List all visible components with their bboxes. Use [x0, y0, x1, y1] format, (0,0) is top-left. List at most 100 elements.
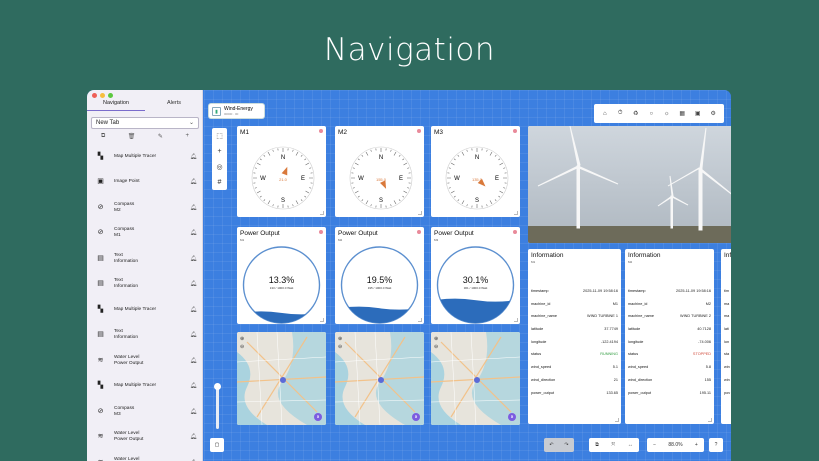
- add-icon[interactable]: +: [185, 133, 189, 140]
- compass-card[interactable]: M1 N E S W 21.0: [237, 126, 326, 217]
- zoom-in-icon[interactable]: ⊕: [240, 336, 244, 342]
- sidebar-item[interactable]: ≋ Water LevelPower Output 🔔︎: [87, 450, 203, 461]
- resize-handle[interactable]: [514, 211, 518, 215]
- power-output-card[interactable]: Power Output M2 19.5% 195 / 1000.0 Watt: [335, 227, 424, 324]
- sidebar-item[interactable]: ▚ Map Multiple Tracer 🔔︎: [87, 374, 203, 400]
- copy-icon[interactable]: ⧉: [101, 133, 105, 140]
- sun-icon[interactable]: ☼: [662, 111, 672, 117]
- close-card-icon[interactable]: [417, 230, 421, 234]
- sidebar-item[interactable]: ▤ Text Information 🔔︎: [87, 272, 203, 298]
- tab-alerts[interactable]: Alerts: [145, 100, 203, 111]
- map-view[interactable]: [335, 332, 424, 425]
- bell-icon[interactable]: 🔔︎: [190, 332, 197, 338]
- close-card-icon[interactable]: [319, 230, 323, 234]
- bell-icon[interactable]: 🔔︎: [190, 230, 197, 236]
- gear-icon[interactable]: ⚙: [708, 110, 718, 117]
- close-card-icon[interactable]: [417, 129, 421, 133]
- map-view[interactable]: [431, 332, 520, 425]
- image-tool-icon[interactable]: ▣: [693, 110, 703, 117]
- map-card[interactable]: ⊕ ⊖ ✋︎: [335, 332, 424, 425]
- minimap-button[interactable]: ▢: [210, 438, 224, 452]
- bell-icon[interactable]: 🔔︎: [190, 383, 197, 389]
- grid-icon[interactable]: #: [218, 179, 222, 186]
- resize-handle[interactable]: [615, 418, 619, 422]
- sidebar-item[interactable]: ▚ Map Multiple Tracer 🔔︎: [87, 144, 203, 170]
- timer-icon[interactable]: ⏱: [615, 110, 625, 117]
- home-icon[interactable]: ⌂: [600, 111, 610, 117]
- bell-icon[interactable]: 🔔︎: [190, 154, 197, 160]
- zoom-in-icon[interactable]: ⊕: [338, 336, 342, 342]
- maximize-window-button[interactable]: [108, 93, 113, 98]
- help-button[interactable]: ?: [709, 438, 723, 452]
- minimize-window-button[interactable]: [100, 93, 105, 98]
- information-card[interactable]: Information M2 timestamp 2025-11-09 19:58…: [625, 249, 714, 424]
- map-card[interactable]: ⊕ ⊖ ✋︎: [431, 332, 520, 425]
- information-card[interactable]: Inf tim ma ma lati lon sta win win pov: [721, 249, 731, 424]
- bell-icon[interactable]: 🔔︎: [190, 179, 197, 185]
- zoom-out-icon[interactable]: ⊖: [240, 344, 244, 350]
- sidebar-item[interactable]: ≋ Water LevelPower Output 🔔︎: [87, 425, 203, 451]
- info-row: power_output 195.11: [628, 391, 711, 404]
- power-output-card[interactable]: Power Output M1 13.3% 133 / 1000.0 Watt: [237, 227, 326, 324]
- select-icon[interactable]: ⬚: [216, 132, 223, 140]
- tab-navigation[interactable]: Navigation: [87, 100, 145, 111]
- fit-icon[interactable]: ⤧: [611, 442, 615, 448]
- sidebar-item[interactable]: ▣ Image Point 🔔︎: [87, 170, 203, 196]
- recycle-icon[interactable]: ♻: [631, 110, 641, 117]
- sidebar-item[interactable]: ▚ Map Multiple Tracer 🔔︎: [87, 297, 203, 323]
- resize-handle[interactable]: [320, 211, 324, 215]
- map-card[interactable]: ⊕ ⊖ ✋︎: [237, 332, 326, 425]
- sidebar-item[interactable]: ⊘ Compass M2 🔔︎: [87, 195, 203, 221]
- resize-handle[interactable]: [418, 318, 422, 322]
- compass-card[interactable]: M2 N E S W 155.0: [335, 126, 424, 217]
- bell-icon[interactable]: 🔔︎: [190, 256, 197, 262]
- compass-card[interactable]: M3 N E S W 135.0: [431, 126, 520, 217]
- location-pin-button[interactable]: ✋︎: [412, 413, 420, 421]
- resize-handle[interactable]: [708, 418, 712, 422]
- sidebar-item[interactable]: ▤ Text Information 🔔︎: [87, 323, 203, 349]
- close-card-icon[interactable]: [319, 129, 323, 133]
- bell-icon[interactable]: 🔔︎: [190, 409, 197, 415]
- compass-west: W: [454, 176, 460, 182]
- close-card-icon[interactable]: [513, 129, 517, 133]
- close-card-icon[interactable]: [513, 230, 517, 234]
- width-icon[interactable]: ↔: [628, 442, 633, 448]
- trash-icon[interactable]: 🗑: [128, 133, 136, 140]
- plus-icon[interactable]: +: [217, 148, 221, 155]
- edit-icon[interactable]: ✎: [158, 133, 163, 140]
- moon-icon[interactable]: ○: [646, 111, 656, 117]
- sidebar-item[interactable]: ▤ Text Information 🔔︎: [87, 246, 203, 272]
- zoom-out-icon[interactable]: ⊖: [338, 344, 342, 350]
- bell-icon[interactable]: 🔔︎: [190, 281, 197, 287]
- layout-icon[interactable]: ▦: [677, 110, 687, 117]
- compass-tool-icon[interactable]: ◎: [216, 163, 222, 171]
- power-output-card[interactable]: Power Output M3 30.1% 301 / 1000.0 Watt: [431, 227, 520, 324]
- sidebar-item[interactable]: ⊘ Compass M3 🔔︎: [87, 399, 203, 425]
- duplicate-icon[interactable]: ⧉: [595, 442, 599, 448]
- sidebar-item[interactable]: ≋ Water LevelPower Output 🔔︎: [87, 348, 203, 374]
- resize-handle[interactable]: [514, 318, 518, 322]
- resize-handle[interactable]: [418, 211, 422, 215]
- location-pin-button[interactable]: ✋︎: [508, 413, 516, 421]
- undo-icon[interactable]: ↶: [549, 442, 553, 448]
- information-card[interactable]: Information M1 timestamp 2025-11-09 19:58…: [528, 249, 621, 424]
- map-view[interactable]: [237, 332, 326, 425]
- dashboard-canvas[interactable]: ▮ Wind-Energy 00000 · 00 ⬚ + ◎ # ⌂ ⏱ ♻ ○ …: [204, 90, 731, 461]
- resize-handle[interactable]: [320, 318, 324, 322]
- zoom-slider[interactable]: [214, 383, 221, 429]
- sidebar-item[interactable]: ⊘ Compass M1 🔔︎: [87, 221, 203, 247]
- bell-icon[interactable]: 🔔︎: [190, 205, 197, 211]
- location-pin-button[interactable]: ✋︎: [314, 413, 322, 421]
- zoom-in-button[interactable]: +: [695, 442, 698, 448]
- project-chip[interactable]: ▮ Wind-Energy 00000 · 00: [209, 104, 264, 118]
- redo-icon[interactable]: ↷: [564, 442, 568, 448]
- bell-icon[interactable]: 🔔︎: [190, 358, 197, 364]
- bell-icon[interactable]: 🔔︎: [190, 307, 197, 313]
- close-window-button[interactable]: [92, 93, 97, 98]
- zoom-out-icon[interactable]: ⊖: [434, 344, 438, 350]
- zoom-slider-knob[interactable]: [214, 383, 221, 390]
- zoom-in-icon[interactable]: ⊕: [434, 336, 438, 342]
- tab-select[interactable]: New Tab ⌄: [91, 117, 199, 129]
- zoom-out-button[interactable]: −: [653, 442, 656, 448]
- bell-icon[interactable]: 🔔︎: [190, 434, 197, 440]
